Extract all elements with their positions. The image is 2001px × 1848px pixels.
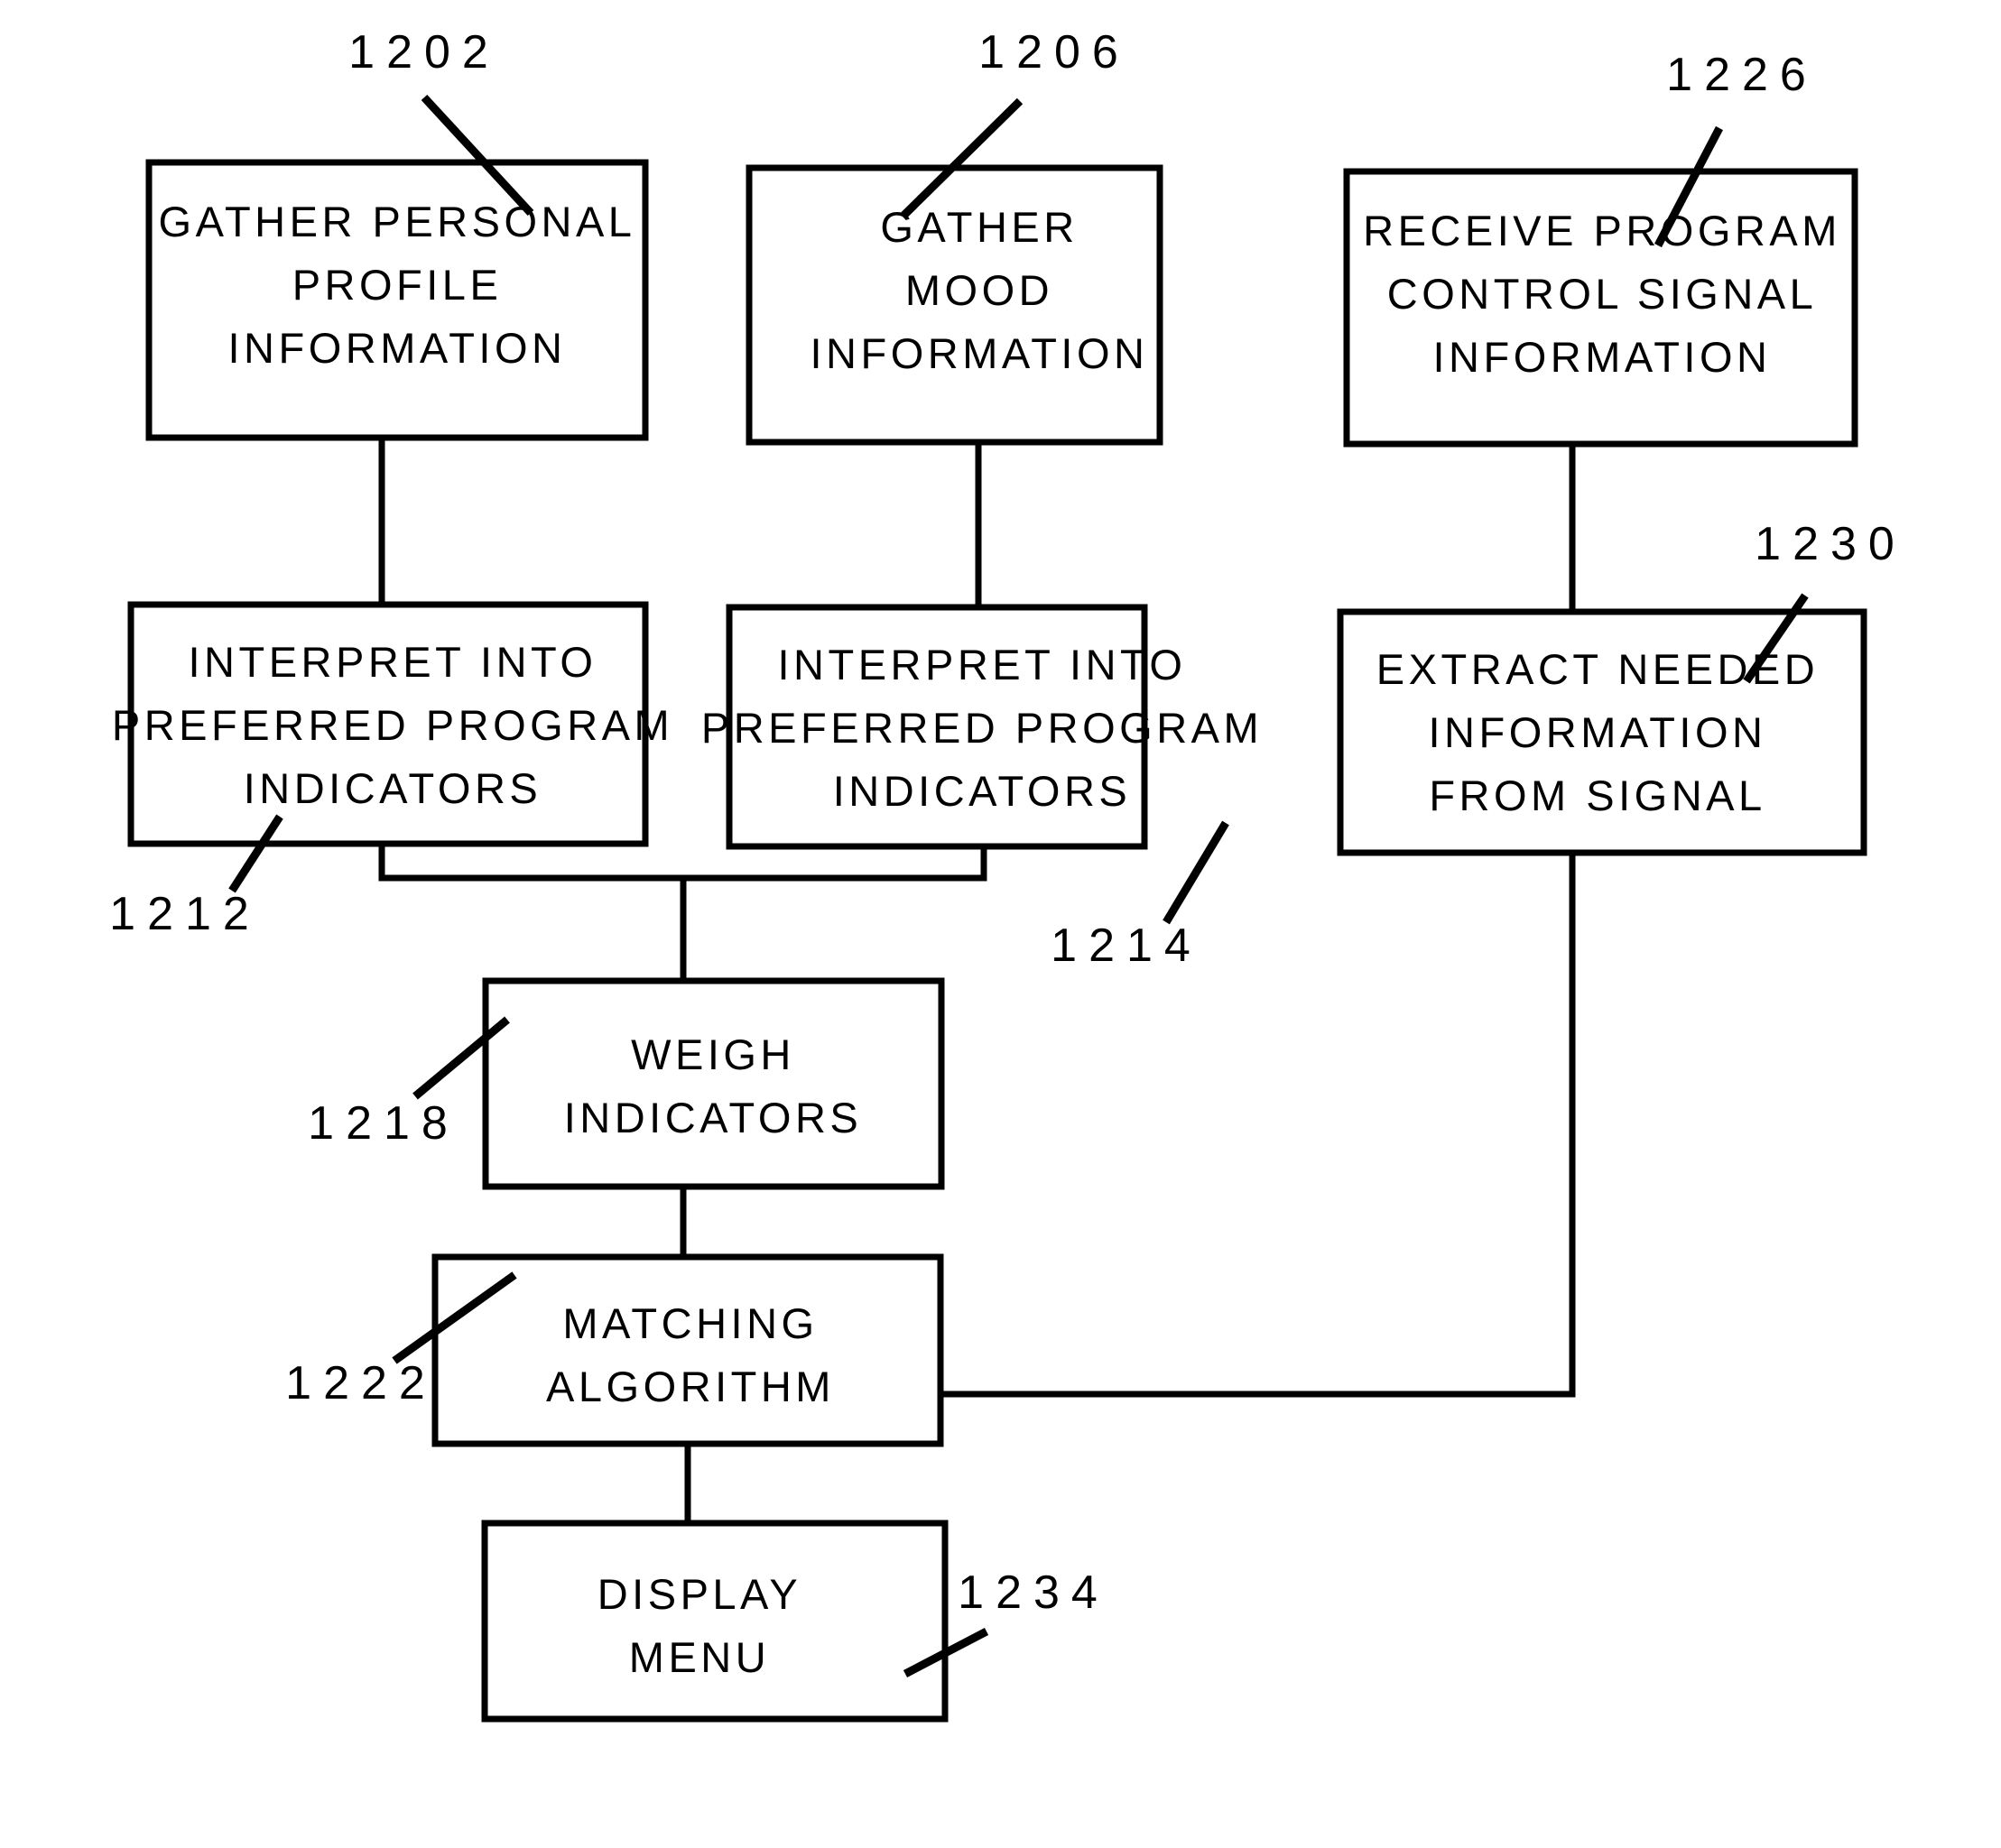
- flowchart-diagram: GATHER PERSONAL PROFILE INFORMATION GATH…: [109, 26, 1906, 1723]
- box-outline: [481, 1520, 949, 1723]
- box-label-line3: INFORMATION: [1433, 333, 1772, 381]
- connector-extract-to-matching: [940, 853, 1576, 1398]
- box-label-line2: MOOD: [905, 266, 1053, 314]
- ref-numeral-1206: 1206: [978, 26, 1130, 79]
- box-label-line3: INFORMATION: [811, 329, 1149, 377]
- box-display-menu[interactable]: DISPLAY MENU: [481, 1520, 949, 1723]
- box-label-line1: DISPLAY: [598, 1570, 802, 1618]
- box-label-line2: PREFERRED PROGRAM: [112, 701, 673, 749]
- box-receive-program-control-signal-information[interactable]: RECEIVE PROGRAM CONTROL SIGNAL INFORMATI…: [1343, 168, 1858, 448]
- box-label-line2: INFORMATION: [1429, 708, 1767, 756]
- box-weigh-indicators[interactable]: WEIGH INDICATORS: [482, 977, 945, 1190]
- box-matching-algorithm[interactable]: MATCHING ALGORITHM: [431, 1253, 944, 1447]
- ref-numeral-1212: 1212: [109, 888, 261, 940]
- box-gather-personal-profile-information[interactable]: GATHER PERSONAL PROFILE INFORMATION: [145, 159, 649, 441]
- box-label-line2: PREFERRED PROGRAM: [701, 704, 1263, 752]
- box-label-line3: FROM SIGNAL: [1429, 772, 1765, 819]
- ref-numeral-1234: 1234: [958, 1566, 1109, 1619]
- box-label-line3: INDICATORS: [833, 767, 1132, 815]
- leader-line-1214: [1163, 820, 1229, 925]
- box-label-line2: MENU: [629, 1633, 770, 1681]
- box-label-line2: CONTROL SIGNAL: [1387, 270, 1818, 318]
- ref-numeral-1218: 1218: [308, 1097, 459, 1150]
- box-label-line1: WEIGH: [631, 1030, 795, 1078]
- patent-figure: GATHER PERSONAL PROFILE INFORMATION GATH…: [0, 0, 2001, 1848]
- ref-numeral-1222: 1222: [285, 1357, 437, 1409]
- box-label-line3: INFORMATION: [228, 324, 567, 372]
- box-label-line1: INTERPRET INTO: [778, 641, 1187, 688]
- ref-numeral-1214: 1214: [1051, 919, 1202, 972]
- box-gather-mood-information[interactable]: GATHER MOOD INFORMATION: [746, 164, 1163, 446]
- box-label-line1: RECEIVE PROGRAM: [1363, 207, 1841, 254]
- box-outline: [482, 977, 945, 1190]
- box-outline: [431, 1253, 944, 1447]
- ref-numeral-1230: 1230: [1755, 518, 1906, 570]
- box-interpret-into-preferred-program-indicators-left[interactable]: INTERPRET INTO PREFERRED PROGRAM INDICAT…: [112, 601, 673, 847]
- box-interpret-into-preferred-program-indicators-middle[interactable]: INTERPRET INTO PREFERRED PROGRAM INDICAT…: [701, 604, 1263, 850]
- box-label-line2: ALGORITHM: [546, 1363, 835, 1410]
- box-label-line2: PROFILE: [292, 261, 503, 309]
- ref-numeral-1226: 1226: [1666, 49, 1818, 101]
- box-label-line1: INTERPRET INTO: [189, 638, 598, 686]
- box-label-line3: INDICATORS: [244, 764, 542, 812]
- box-extract-needed-information-from-signal[interactable]: EXTRACT NEEDED INFORMATION FROM SIGNAL: [1337, 608, 1867, 856]
- ref-numeral-1202: 1202: [348, 26, 500, 79]
- box-label-line2: INDICATORS: [564, 1094, 863, 1141]
- box-label-line1: GATHER PERSONAL: [159, 198, 636, 245]
- box-label-line1: MATCHING: [562, 1299, 818, 1347]
